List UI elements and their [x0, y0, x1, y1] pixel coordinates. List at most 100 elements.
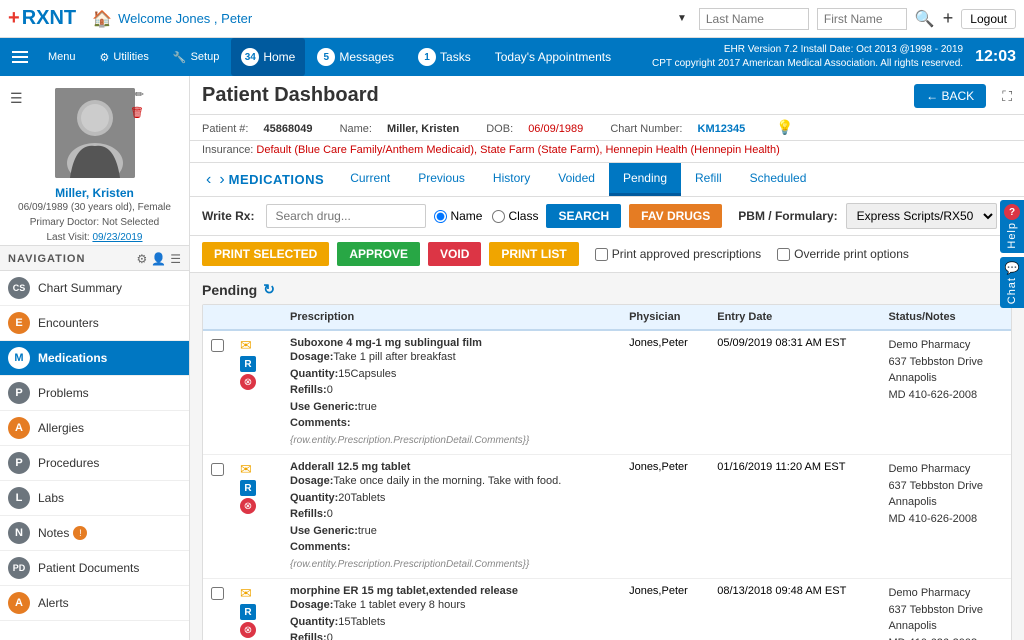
row-checkbox-1[interactable] — [211, 463, 224, 476]
del-icon-0[interactable]: ⊗ — [240, 374, 256, 390]
search-btn[interactable]: SEARCH — [546, 204, 621, 228]
tab-voided[interactable]: Voided — [544, 163, 609, 196]
notes-label: Notes — [38, 526, 69, 540]
messages-nav-item[interactable]: 5 Messages — [305, 38, 406, 76]
print-approved-checkbox[interactable] — [595, 248, 608, 261]
last-visit-link[interactable]: 09/23/2019 — [92, 232, 142, 243]
name-radio-label: Name — [450, 209, 482, 223]
sidebar-item-chart-summary[interactable]: CS Chart Summary — [0, 271, 189, 306]
entry-date-cell-0: 05/09/2019 08:31 AM EST — [709, 330, 880, 455]
photo-delete-icon[interactable]: 🗑 — [130, 106, 144, 119]
void-button[interactable]: VOID — [428, 242, 481, 266]
help-tab[interactable]: ? Help — [1000, 200, 1024, 253]
patient-docs-circle: PD — [8, 557, 30, 579]
name-radio-option[interactable]: Name — [434, 209, 482, 223]
name-radio[interactable] — [434, 210, 447, 223]
photo-edit-icon[interactable]: ✏ — [135, 88, 144, 101]
first-name-input[interactable] — [817, 8, 907, 30]
email-icon-1[interactable]: ✉ — [240, 461, 252, 478]
menu-label[interactable]: Menu — [36, 38, 88, 76]
write-rx-label: Write Rx: — [202, 209, 254, 223]
sidebar-item-procedures[interactable]: P Procedures — [0, 446, 189, 481]
pbm-select[interactable]: Express Scripts/RX50 — [846, 203, 997, 229]
lamp-icon[interactable]: 💡 — [776, 119, 793, 135]
add-button[interactable]: + — [943, 8, 954, 29]
patient-photo-section: ☰ ✏ 🗑 — [0, 76, 189, 182]
back-button[interactable]: ← BACK — [914, 84, 986, 108]
tab-pending[interactable]: Pending — [609, 163, 681, 196]
sidebar-item-patient-documents[interactable]: PD Patient Documents — [0, 551, 189, 586]
appointments-nav-item[interactable]: Today's Appointments — [483, 38, 623, 76]
setup-label[interactable]: 🔧 Setup — [161, 38, 231, 76]
class-radio[interactable] — [492, 210, 505, 223]
refresh-icon[interactable]: ↻ — [263, 281, 275, 298]
encounters-circle: E — [8, 312, 30, 334]
email-icon-2[interactable]: ✉ — [240, 585, 252, 602]
tab-scheduled[interactable]: Scheduled — [736, 163, 821, 196]
dropdown-arrow-icon[interactable]: ▼ — [677, 13, 687, 24]
print-list-button[interactable]: PRINT LIST — [489, 242, 578, 266]
row-checkbox-2[interactable] — [211, 587, 224, 600]
del-icon-1[interactable]: ⊗ — [240, 498, 256, 514]
tab-history[interactable]: History — [479, 163, 544, 196]
override-checkbox[interactable] — [777, 248, 790, 261]
rx-icon-1[interactable]: R — [240, 480, 256, 496]
nav-list-icon[interactable]: ☰ — [170, 252, 181, 266]
procedures-label: Procedures — [38, 456, 99, 470]
home-icon[interactable]: 🏠 — [92, 9, 112, 29]
row-icons-cell-2: ✉ R ⊗ — [232, 579, 282, 640]
sidebar-item-encounters[interactable]: E Encounters — [0, 306, 189, 341]
tab-previous[interactable]: Previous — [404, 163, 479, 196]
approve-button[interactable]: APPROVE — [337, 242, 420, 266]
sidebar-item-medications[interactable]: M Medications — [0, 341, 189, 376]
drug-details-1: Dosage:Take once daily in the morning. T… — [290, 473, 613, 572]
logout-button[interactable]: Logout — [961, 9, 1016, 29]
sidebar-item-allergies[interactable]: A Allergies — [0, 411, 189, 446]
drug-details-2: Dosage:Take 1 tablet every 8 hours Quant… — [290, 597, 613, 640]
medications-circle: M — [8, 347, 30, 369]
print-selected-button[interactable]: PRINT SELECTED — [202, 242, 329, 266]
sidebar-item-notes[interactable]: N Notes ! — [0, 516, 189, 551]
email-icon-0[interactable]: ✉ — [240, 337, 252, 354]
col-status-notes: Status/Notes — [880, 305, 1011, 330]
row-checkbox-0[interactable] — [211, 339, 224, 352]
sidebar-item-problems[interactable]: P Problems — [0, 376, 189, 411]
sidebar-patient-info: 06/09/1989 (30 years old), Female Primar… — [0, 200, 189, 245]
expand-icon[interactable]: ⛶ — [1002, 88, 1012, 105]
tab-refill[interactable]: Refill — [681, 163, 736, 196]
rx-icon-0[interactable]: R — [240, 356, 256, 372]
search-button[interactable]: 🔍 — [915, 9, 935, 29]
home-nav-item[interactable]: 34 Home — [231, 38, 305, 76]
med-next-arrow[interactable]: › — [215, 167, 228, 193]
status-cell-0: Demo Pharmacy 637 Tebbston Drive Annapol… — [880, 330, 1011, 455]
print-approved-option[interactable]: Print approved prescriptions — [595, 247, 761, 261]
sidebar-item-labs[interactable]: L Labs — [0, 481, 189, 516]
sidebar-item-alerts[interactable]: A Alerts — [0, 586, 189, 621]
tab-current[interactable]: Current — [336, 163, 404, 196]
override-option[interactable]: Override print options — [777, 247, 909, 261]
chat-bubble-icon: 💬 — [1005, 261, 1020, 275]
right-sidebar: ? Help 💬 Chat — [1000, 200, 1024, 308]
table-row: ✉ R ⊗ morphine ER 15 mg tablet,extended … — [203, 579, 1011, 640]
del-icon-2[interactable]: ⊗ — [240, 622, 256, 638]
action-bar: PRINT SELECTED APPROVE VOID PRINT LIST P… — [190, 236, 1024, 273]
utilities-label[interactable]: ⚙ Utilities — [88, 38, 161, 76]
help-question-badge: ? — [1004, 204, 1020, 220]
drug-search-input[interactable] — [266, 204, 426, 228]
search-radio-group: Name Class — [434, 209, 538, 223]
med-prev-arrow[interactable]: ‹ — [202, 167, 215, 193]
fav-drugs-btn[interactable]: FAV DRUGS — [629, 204, 722, 228]
chat-tab[interactable]: 💬 Chat — [1000, 257, 1024, 308]
drug-name-0: Suboxone 4 mg-1 mg sublingual film — [290, 337, 613, 349]
sidebar-hamburger-icon[interactable]: ☰ — [10, 90, 23, 107]
class-radio-option[interactable]: Class — [492, 209, 538, 223]
physician-cell-2: Jones,Peter — [621, 579, 709, 640]
nav-settings-icon[interactable]: ⚙ — [137, 252, 148, 266]
menu-button[interactable] — [8, 47, 32, 67]
col-physician: Physician — [621, 305, 709, 330]
tasks-nav-item[interactable]: 1 Tasks — [406, 38, 483, 76]
nav-user-icon[interactable]: 👤 — [151, 252, 166, 266]
rx-icon-2[interactable]: R — [240, 604, 256, 620]
top-right-controls: ▼ 🔍 + Logout — [677, 8, 1016, 30]
last-name-input[interactable] — [699, 8, 809, 30]
